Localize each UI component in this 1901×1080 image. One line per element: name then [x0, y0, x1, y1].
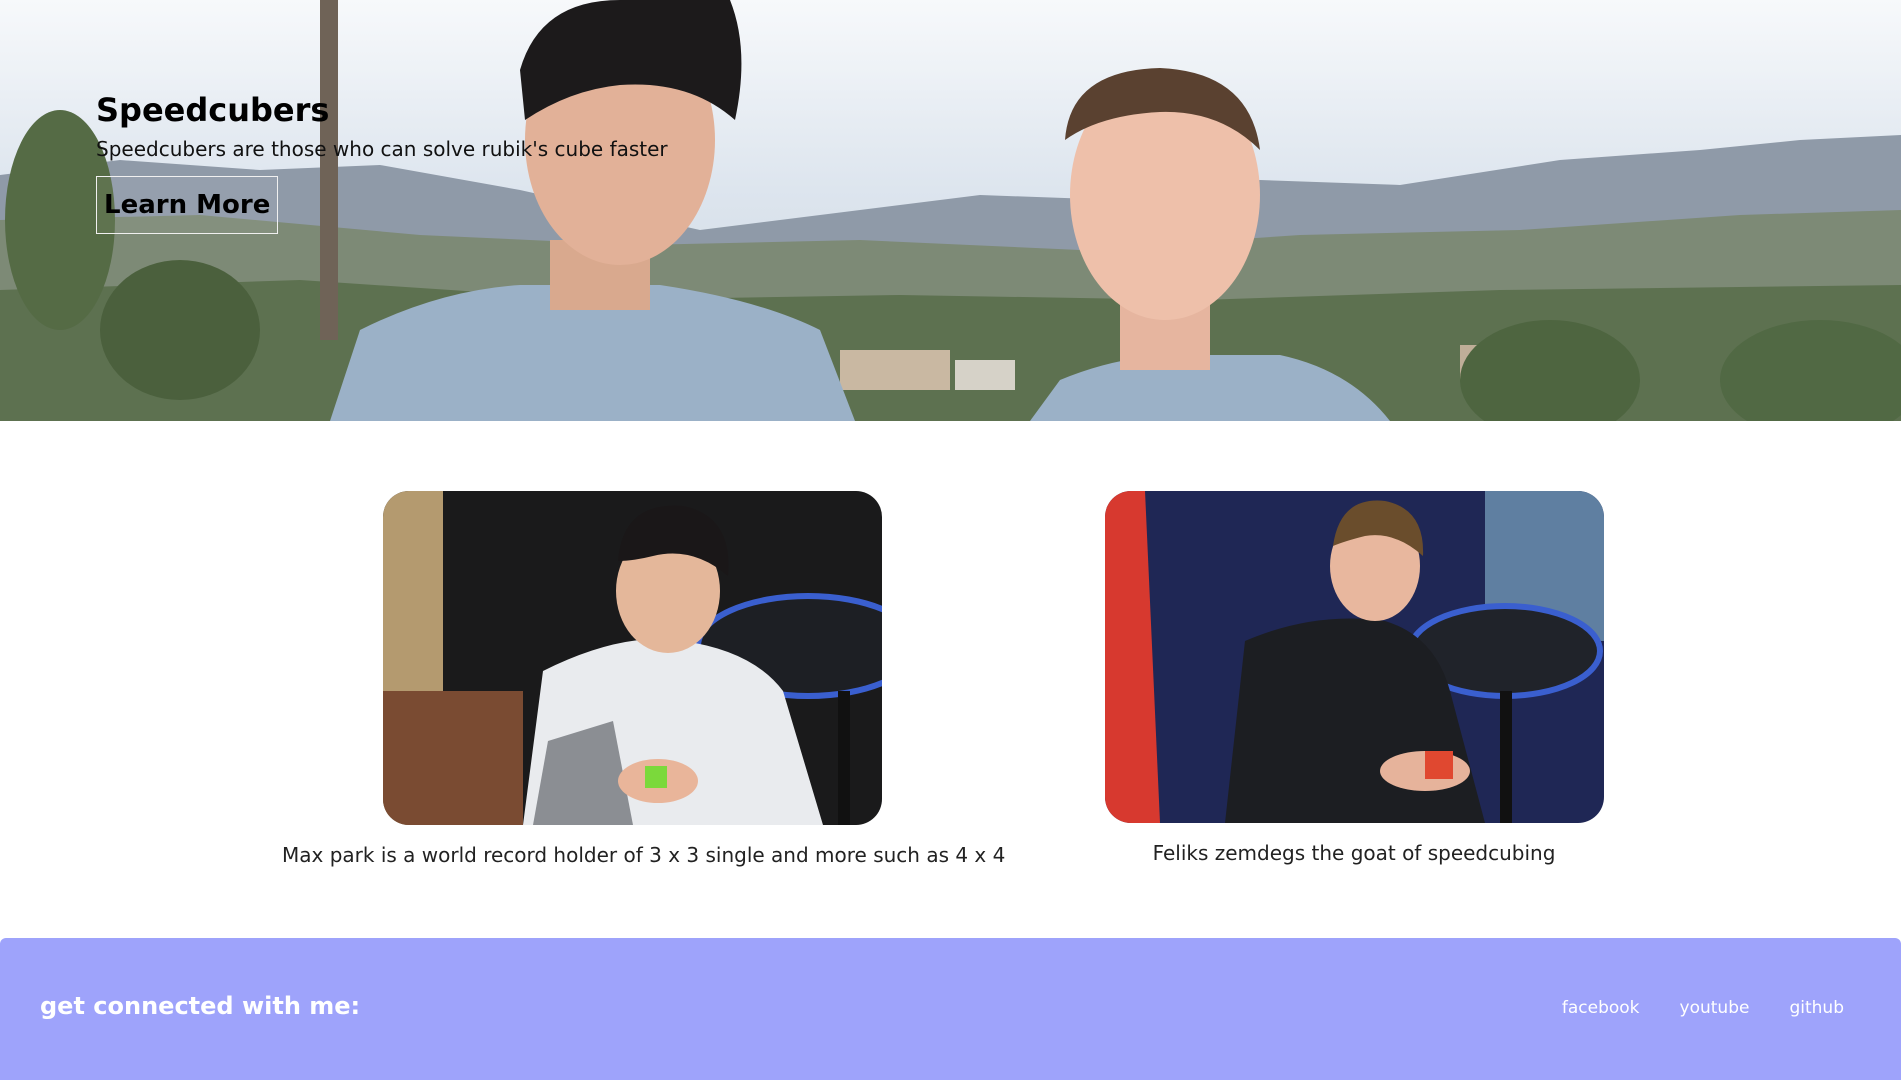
card-feliks-zemdegs: Feliks zemdegs the goat of speedcubing — [1004, 491, 1704, 867]
card-max-park: Max park is a world record holder of 3 x… — [282, 491, 1006, 869]
footer-links: facebook youtube github — [1562, 998, 1844, 1018]
learn-more-button[interactable]: Learn More — [96, 176, 279, 234]
facebook-link[interactable]: facebook — [1562, 998, 1640, 1018]
hero-subtitle: Speedcubers are those who can solve rubi… — [96, 137, 668, 161]
card-caption: Max park is a world record holder of 3 x… — [282, 843, 1006, 867]
card-photo — [1104, 491, 1604, 823]
footer: get connected with me: facebook youtube … — [0, 938, 1901, 1080]
footer-title: get connected with me: — [40, 992, 361, 1020]
card-photo — [382, 491, 882, 825]
hero-banner: Speedcubers Speedcubers are those who ca… — [0, 0, 1901, 421]
hero-text-block: Speedcubers Speedcubers are those who ca… — [96, 88, 668, 234]
youtube-link[interactable]: youtube — [1680, 998, 1750, 1018]
card-caption: Feliks zemdegs the goat of speedcubing — [1152, 841, 1556, 865]
hero-title: Speedcubers — [96, 91, 330, 129]
github-link[interactable]: github — [1789, 998, 1844, 1018]
